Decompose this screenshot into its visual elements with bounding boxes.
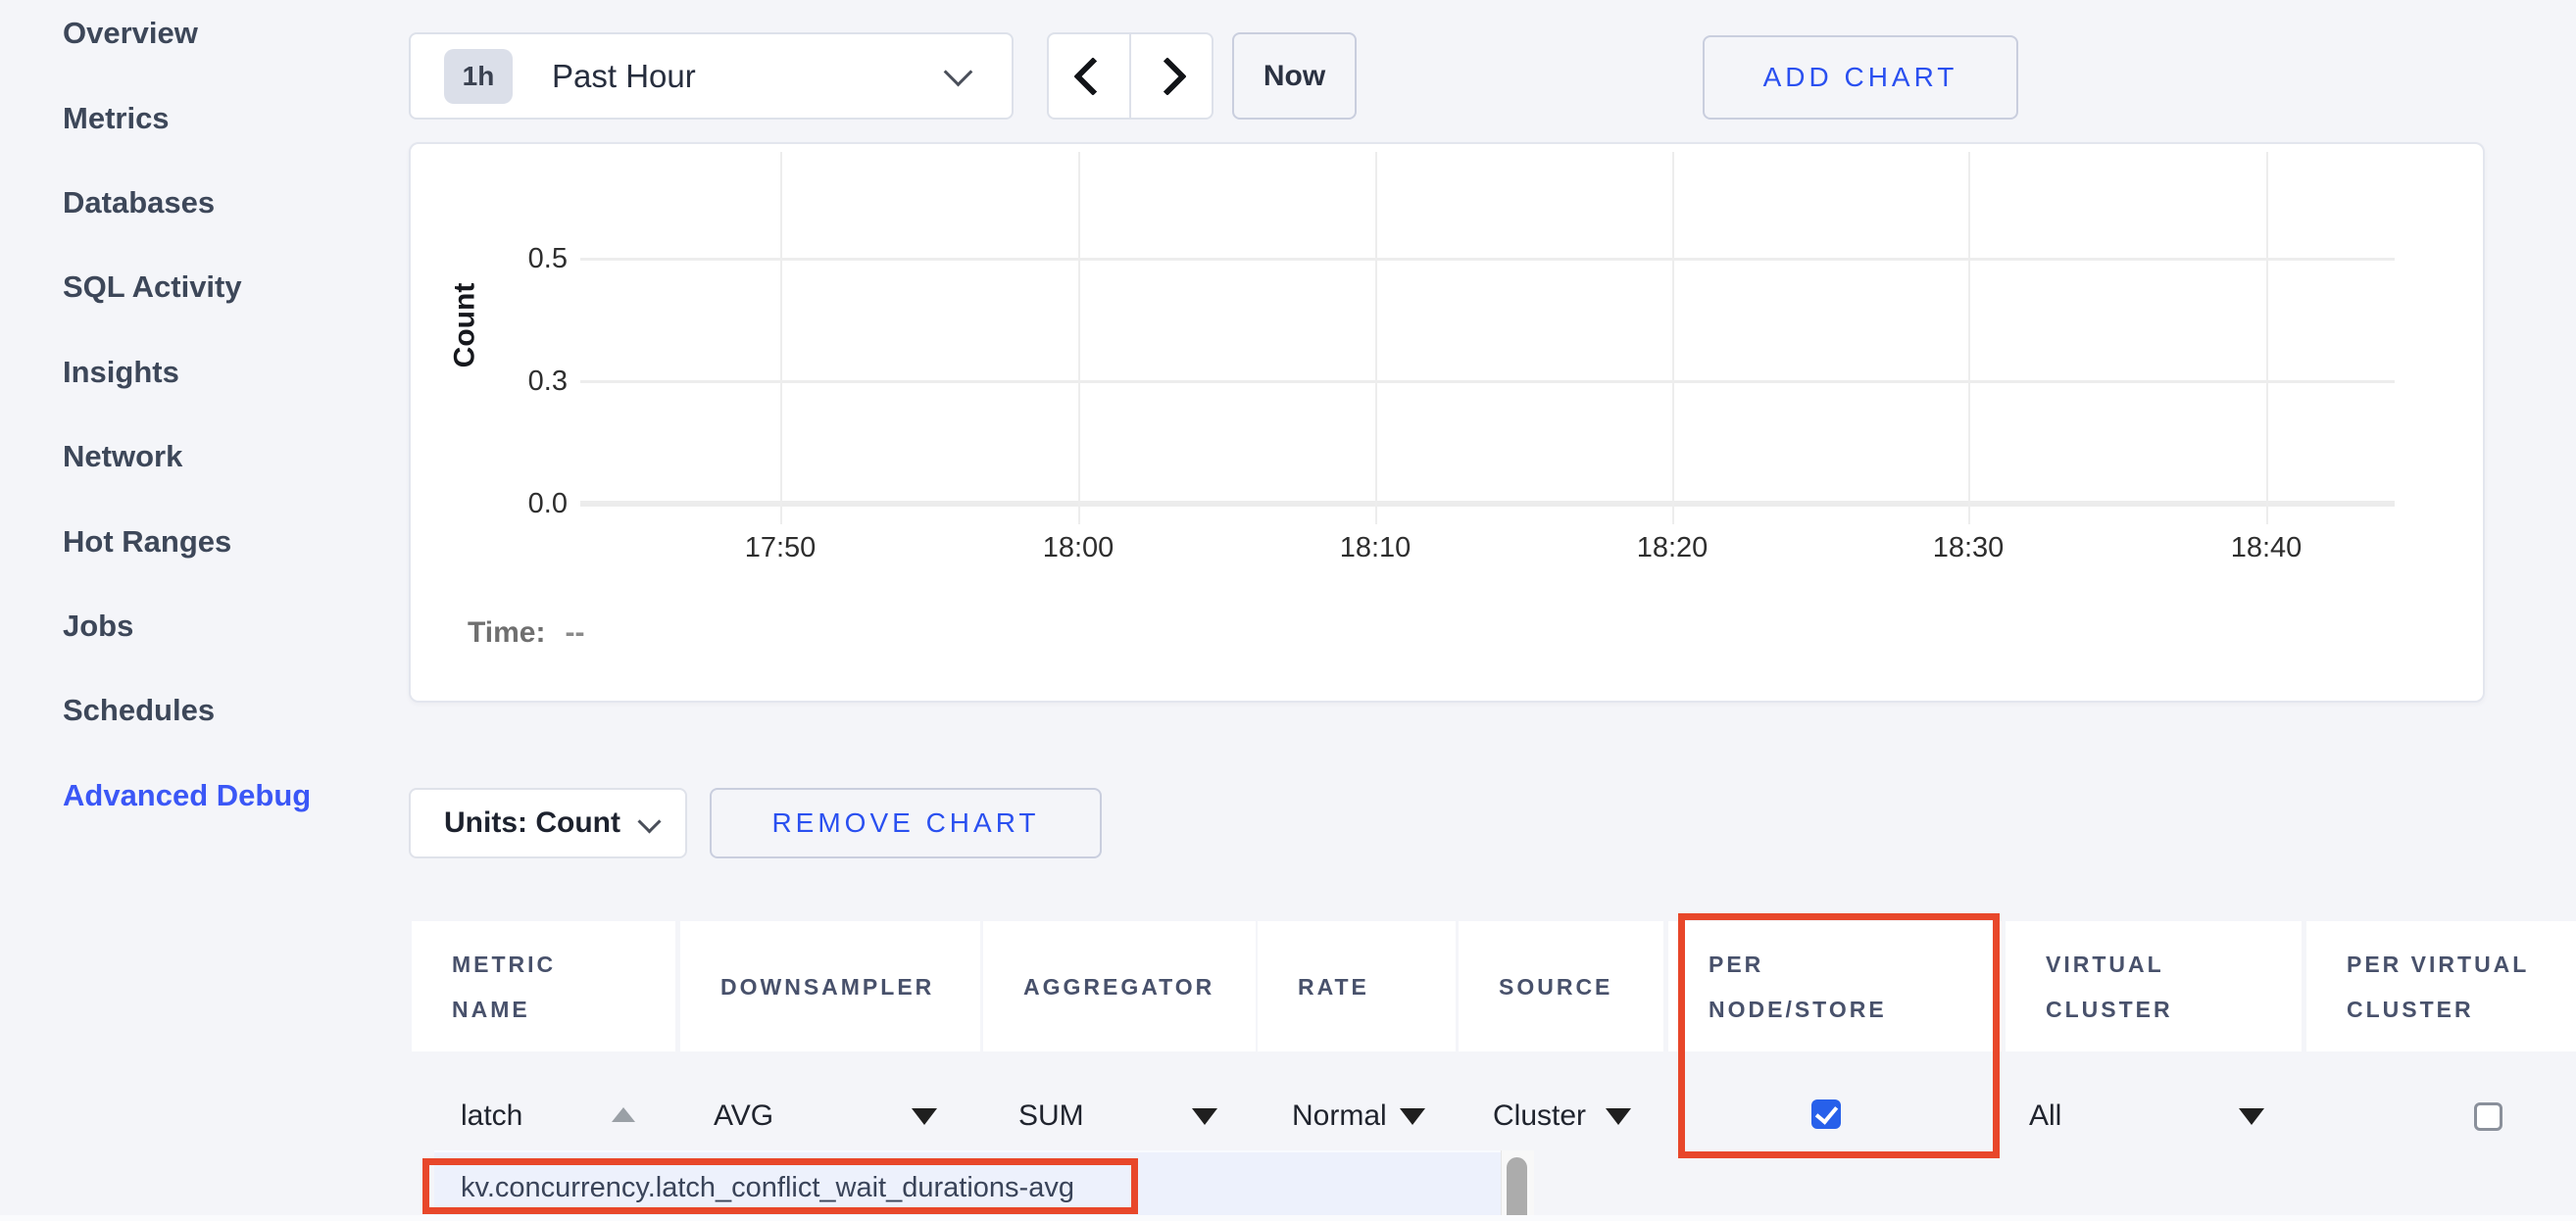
gridline-horizontal [580,380,2395,383]
time-range-select[interactable]: 1h Past Hour [409,32,1014,120]
column-header-metric-name: METRIC NAME [412,921,675,1051]
downsampler-arrow-icon[interactable] [912,1108,937,1125]
sidebar-item-jobs[interactable]: Jobs [63,584,386,668]
metric-name-open-arrow-icon[interactable] [612,1107,635,1122]
sidebar-item-sql-activity[interactable]: SQL Activity [63,245,386,329]
sidebar-item-insights[interactable]: Insights [63,330,386,415]
x-tick-label: 18:30 [1900,532,2037,564]
time-label: Time: [468,616,545,650]
per-node-store-checkbox[interactable] [1811,1099,1841,1129]
column-header-source: SOURCE [1459,921,1663,1051]
units-select-label: Units: Count [444,806,620,840]
chevron-right-icon [1148,57,1187,96]
sidebar-item-hot-ranges[interactable]: Hot Ranges [63,499,386,583]
y-tick-label: 0.3 [470,366,568,398]
x-tick-label: 17:50 [712,532,849,564]
chevron-left-icon [1073,57,1113,96]
metric-suggestion-item[interactable]: kv.concurrency.latch_conflict_wait_durat… [461,1172,1074,1204]
gridline-vertical [1968,152,1970,524]
sidebar-nav: Overview Metrics Databases SQL Activity … [63,0,386,838]
sidebar-item-databases[interactable]: Databases [63,161,386,245]
prev-range-button[interactable] [1049,34,1129,118]
gridline-vertical [2266,152,2268,524]
time-value: -- [565,616,584,650]
column-header-per-virtual-cluster: PER VIRTUAL CLUSTER [2306,921,2576,1051]
aggregator-arrow-icon[interactable] [1192,1108,1217,1125]
gridline-zero [580,501,2395,507]
virtual-cluster-select[interactable]: All [2029,1099,2061,1133]
next-range-button[interactable] [1129,34,1212,118]
column-header-aggregator: AGGREGATOR [983,921,1256,1051]
source-select[interactable]: Cluster [1493,1099,1586,1133]
add-chart-button[interactable]: ADD CHART [1703,35,2018,120]
gridline-vertical [1375,152,1377,524]
column-header-rate: RATE [1258,921,1456,1051]
checkmark-icon [1815,1100,1838,1124]
x-tick-label: 18:10 [1307,532,1444,564]
gridline-horizontal [580,258,2395,261]
chevron-down-icon [637,809,661,833]
gridline-vertical [780,152,782,524]
rate-arrow-icon[interactable] [1400,1108,1425,1125]
x-tick-label: 18:40 [2198,532,2335,564]
aggregator-select[interactable]: SUM [1018,1099,1084,1133]
time-range-badge: 1h [444,49,513,104]
time-nav-buttons [1047,32,1214,120]
column-header-virtual-cluster: VIRTUAL CLUSTER [2006,921,2302,1051]
per-virtual-cluster-checkbox[interactable] [2474,1102,2502,1131]
time-range-label: Past Hour [552,58,696,95]
x-tick-label: 18:20 [1604,532,1741,564]
x-tick-label: 18:00 [1010,532,1147,564]
remove-chart-button[interactable]: REMOVE CHART [710,788,1102,858]
sidebar-item-overview[interactable]: Overview [63,0,386,75]
y-tick-label: 0.0 [470,488,568,520]
column-header-per-node-store: PER NODE/STORE [1668,921,2002,1051]
sidebar-item-schedules[interactable]: Schedules [63,668,386,753]
sidebar-item-metrics[interactable]: Metrics [63,75,386,160]
column-header-downsampler: DOWNSAMPLER [680,921,980,1051]
suggestions-scrollbar-thumb[interactable] [1507,1157,1527,1221]
virtual-cluster-arrow-icon[interactable] [2239,1108,2264,1125]
units-select[interactable]: Units: Count [409,788,687,858]
y-tick-label: 0.5 [470,243,568,275]
sidebar-item-advanced-debug[interactable]: Advanced Debug [63,754,386,838]
gridline-vertical [1672,152,1674,524]
hover-time-readout: Time: -- [468,616,584,650]
gridline-vertical [1078,152,1080,524]
chevron-down-icon [944,58,973,87]
bottom-edge [0,1215,2576,1221]
custom-chart-card[interactable]: Count 0.5 0.3 0.0 17:50 18:00 18:10 18:2… [409,142,2485,703]
rate-select[interactable]: Normal [1292,1099,1387,1133]
downsampler-select[interactable]: AVG [714,1099,773,1133]
sidebar-item-network[interactable]: Network [63,415,386,499]
advanced-debug-custom-chart-page: Overview Metrics Databases SQL Activity … [0,0,2576,1221]
metric-name-input[interactable]: latch [461,1099,522,1133]
source-arrow-icon[interactable] [1606,1108,1631,1125]
now-button[interactable]: Now [1232,32,1357,120]
